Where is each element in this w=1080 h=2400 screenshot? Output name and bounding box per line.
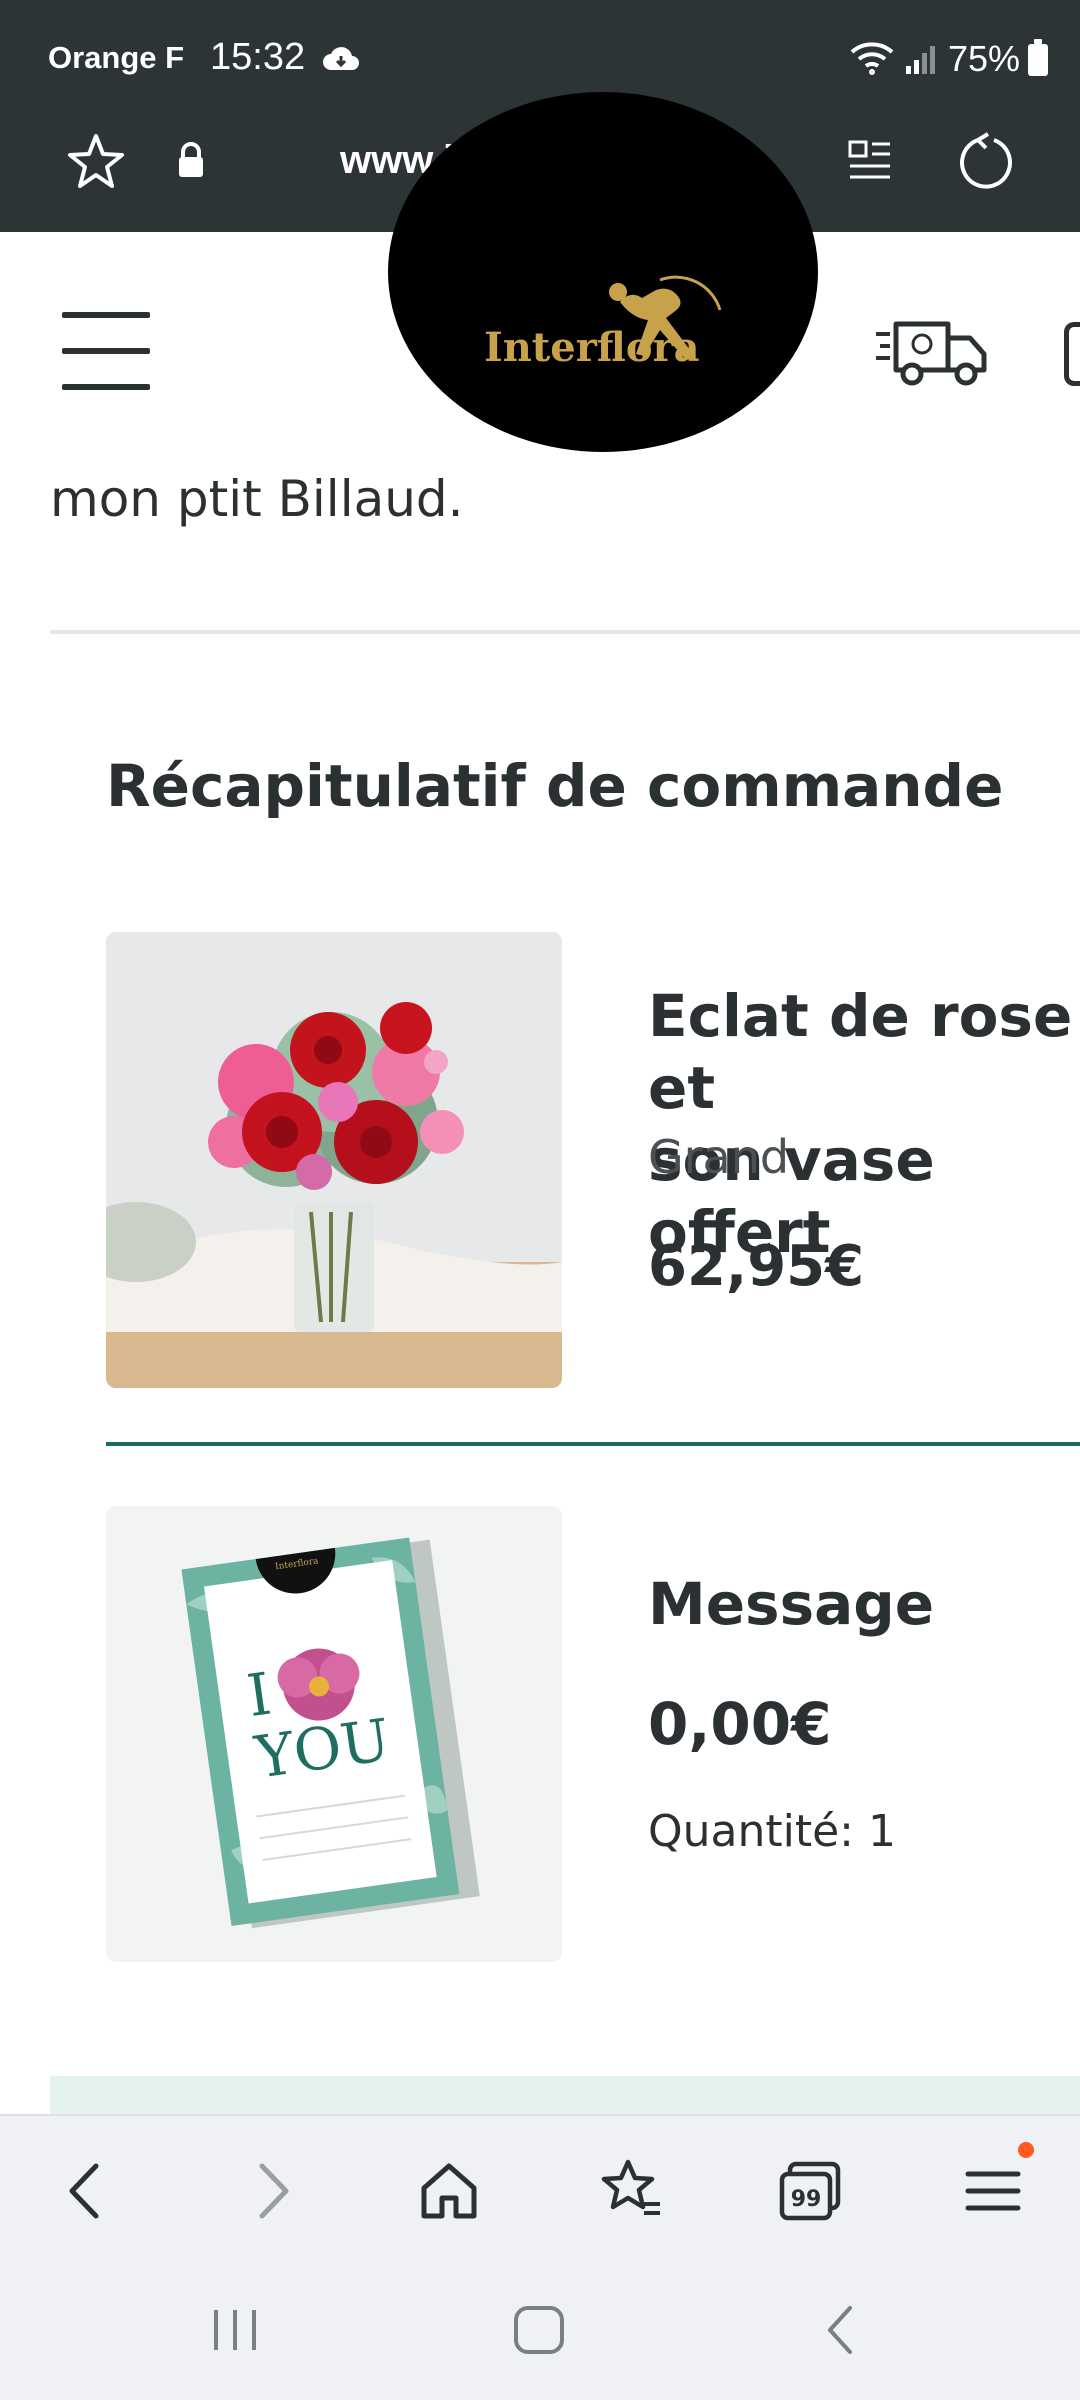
bookmarks-icon[interactable] [596,2156,666,2226]
message-item-name: Message [648,1570,935,1638]
totals-panel-top [50,2076,1080,2116]
product-name: Eclat de rose et son vase offert [648,982,1073,1266]
reader-mode-icon[interactable] [846,136,894,184]
bouquet-illustration [106,932,562,1388]
back-nav-icon[interactable] [806,2300,876,2360]
product-size: Grand [648,1130,790,1184]
battery-percent: 75% [948,38,1021,79]
carrier-name: Orange F [48,40,185,75]
recent-apps-icon[interactable] [200,2300,270,2360]
browser-bottom-toolbar: 99 [0,2114,1080,2260]
bookmark-star-icon[interactable] [64,130,128,194]
reload-icon[interactable] [954,130,1018,194]
svg-text:99: 99 [791,2187,822,2212]
product-price: 62,95€ [648,1234,865,1299]
browser-menu-icon[interactable] [958,2156,1028,2226]
delivery-truck-icon[interactable] [874,312,990,392]
card-illustration: Interflora I YOU [106,1506,562,1962]
message-item-price: 0,00€ [648,1690,832,1758]
wifi-icon [850,42,894,75]
bouquet-product-image [106,932,562,1388]
site-header: Interflora [0,92,1080,452]
message-item-quantity: Quantité: 1 [648,1806,896,1857]
clock: 15:32 [210,36,306,78]
forward-arrow-icon[interactable] [236,2156,306,2226]
lock-icon [179,142,203,177]
home-nav-icon[interactable] [504,2300,574,2360]
gift-message-preview: mon ptit Billaud. [50,470,464,528]
order-summary-title: Récapitulatif de commande [106,752,1004,820]
cart-icon[interactable] [1064,322,1080,386]
home-icon[interactable] [414,2156,484,2226]
item-separator [106,1442,1080,1446]
section-divider [50,630,1080,634]
back-arrow-icon[interactable] [52,2156,122,2226]
site-menu-button[interactable] [62,312,150,390]
battery-icon [1028,39,1048,76]
mercury-logo-icon [609,275,722,360]
system-navigation-bar [0,2260,1080,2400]
signal-icon [906,46,935,74]
tabs-icon[interactable]: 99 [776,2156,846,2226]
notification-dot [1018,2142,1034,2158]
message-card-image: Interflora I YOU [106,1506,562,1962]
cloud-sync-icon [323,47,359,70]
